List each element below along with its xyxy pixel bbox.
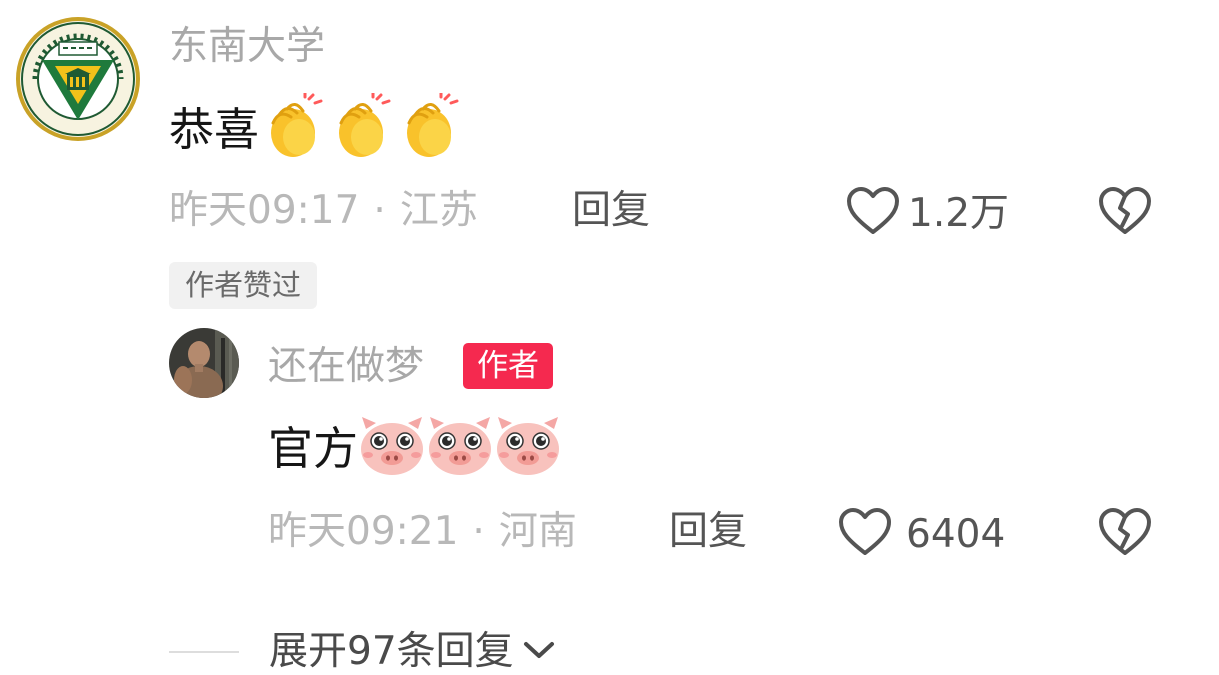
avatar-reply-author[interactable] xyxy=(169,328,239,398)
comment-content: 恭喜 xyxy=(169,91,463,165)
comment-dislike-button[interactable] xyxy=(1098,186,1152,240)
southeast-university-seal-icon xyxy=(16,17,140,141)
author-badge: 作者 xyxy=(463,343,553,389)
reply-time: 昨天09:21 xyxy=(268,509,459,554)
clapping-hands-emoji-icon xyxy=(327,91,395,165)
user-avatar-photo xyxy=(169,328,239,398)
comment-text: 恭喜 xyxy=(169,102,260,156)
reply-meta: 昨天09:21 · 河南 xyxy=(268,512,577,551)
reply-like-count: 6404 xyxy=(906,511,1006,557)
pig-face-emoji-icon xyxy=(358,415,426,481)
liked-by-author-badge: 作者赞过 xyxy=(169,262,318,309)
heart-outline-icon xyxy=(846,186,900,240)
comment-like-count: 1.2万 xyxy=(908,190,1010,236)
clapping-hands-emoji-icon xyxy=(259,91,327,165)
pig-face-emoji-icon xyxy=(426,415,494,481)
comment-location: 江苏 xyxy=(399,188,478,233)
reply-text: 官方 xyxy=(268,421,359,475)
reply-like-button[interactable]: 6404 xyxy=(838,507,1005,561)
reply-reply-button[interactable]: 回复 xyxy=(669,512,747,551)
reply-content: 官方 xyxy=(268,415,562,481)
avatar-southeast-university[interactable] xyxy=(15,16,141,142)
meta-separator: · xyxy=(472,509,485,554)
clapping-hands-emoji-icon xyxy=(395,91,463,165)
expand-replies-label: 展开97条回复 xyxy=(269,629,514,674)
broken-heart-icon xyxy=(1099,508,1151,555)
meta-separator: · xyxy=(373,188,386,233)
comment-like-button[interactable]: 1.2万 xyxy=(846,186,1009,240)
reply-author-name[interactable]: 还在做梦 xyxy=(268,347,424,386)
chevron-down-icon xyxy=(522,638,556,666)
heart-outline-icon xyxy=(838,507,892,561)
divider-line xyxy=(169,650,239,653)
comment-time: 昨天09:17 xyxy=(169,188,360,233)
comment-meta: 昨天09:17 · 江苏 xyxy=(169,191,478,230)
reply-dislike-button[interactable] xyxy=(1098,507,1152,561)
comment-author-name[interactable]: 东南大学 xyxy=(169,27,325,66)
expand-replies-button[interactable]: 展开97条回复 xyxy=(169,632,556,671)
comment-reply-button[interactable]: 回复 xyxy=(572,191,650,230)
reply-location: 河南 xyxy=(498,509,577,554)
pig-face-emoji-icon xyxy=(494,415,562,481)
broken-heart-icon xyxy=(1099,187,1151,234)
